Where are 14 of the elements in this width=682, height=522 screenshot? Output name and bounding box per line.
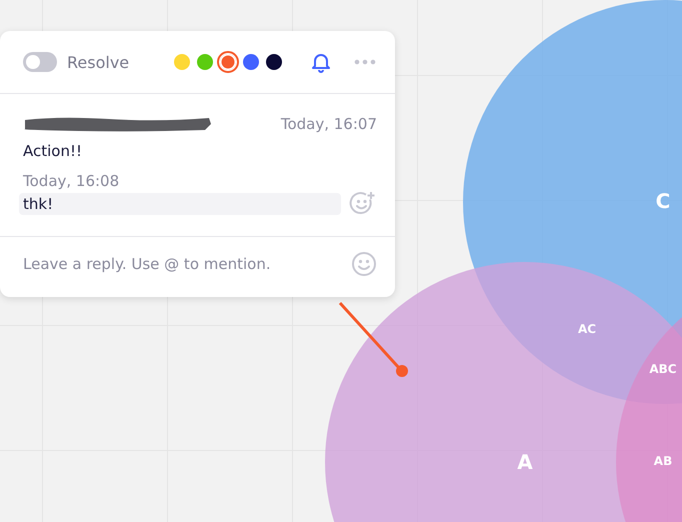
circle-label: C (656, 189, 670, 213)
overlap-label: AC (578, 322, 596, 336)
circle-label: A (517, 450, 533, 474)
message-text: thk! (19, 193, 341, 215)
more-options-icon[interactable] (353, 58, 377, 66)
resolve-toggle[interactable] (23, 52, 57, 72)
overlap-label: AB (654, 454, 672, 468)
message-time: Today, 16:08 (23, 172, 120, 190)
message-text: Action!! (22, 141, 84, 162)
message-time: Today, 16:07 (280, 115, 377, 133)
resolve-label: Resolve (67, 52, 130, 72)
emoji-icon[interactable] (351, 251, 377, 277)
reply-field[interactable]: Leave a reply. Use @ to mention. (23, 255, 351, 273)
overlap-label: ABC (649, 362, 677, 376)
